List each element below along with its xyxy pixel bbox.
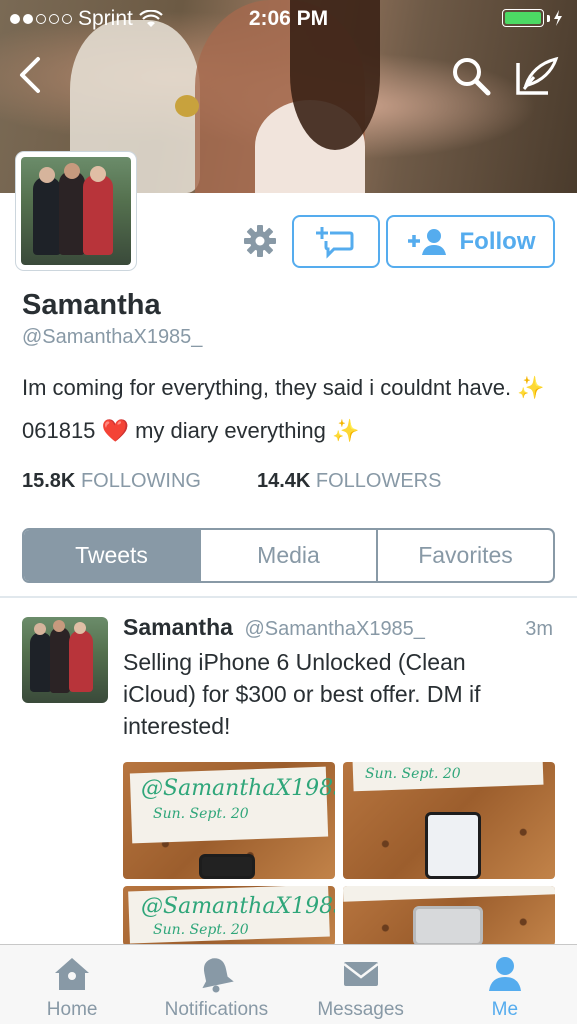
- search-icon[interactable]: [450, 55, 492, 97]
- tabbar-home-label: Home: [46, 999, 98, 1020]
- sparkles-emoji: ✨: [517, 375, 545, 400]
- profile-avatar[interactable]: [16, 152, 136, 270]
- gear-icon[interactable]: [243, 224, 277, 258]
- followers-count: 14.4K: [256, 470, 311, 492]
- tweet-photo[interactable]: Sun. Sept. 20: [343, 762, 555, 879]
- followers-label: FOLLOWERS: [315, 470, 442, 492]
- tab-favorites[interactable]: Favorites: [376, 530, 553, 581]
- person-icon: [488, 957, 521, 991]
- photo-handwriting-date: Sun. Sept. 20: [365, 766, 461, 782]
- profile-stats: 15.8K FOLLOWING 14.4K FOLLOWERS: [22, 470, 441, 493]
- photo-handwriting: @SamanthaX1985: [141, 894, 335, 919]
- status-bar: Sprint 2:06 PM: [0, 0, 577, 38]
- photo-handwriting: @SamanthaX1985: [141, 776, 335, 801]
- profile-name: Samantha: [22, 289, 161, 321]
- tweet-photo[interactable]: @SamanthaX1985 Sun. Sept. 20: [123, 886, 335, 946]
- photo-handwriting-date: Sun. Sept. 20: [153, 806, 249, 822]
- envelope-icon: [342, 962, 379, 986]
- tabbar-messages-label: Messages: [317, 999, 404, 1020]
- tabbar-messages[interactable]: Messages: [289, 945, 433, 1024]
- tweet-photo[interactable]: [343, 886, 555, 946]
- tab-media[interactable]: Media: [199, 530, 376, 581]
- sparkles-emoji-2: ✨: [331, 418, 360, 443]
- profile-handle: @SamanthaX1985_: [22, 326, 203, 348]
- tweet-avatar[interactable]: [22, 617, 108, 703]
- tabbar-me[interactable]: Me: [433, 945, 577, 1024]
- home-icon: [55, 958, 90, 990]
- tabbar-me-label: Me: [491, 999, 519, 1020]
- direct-message-button[interactable]: [292, 215, 380, 268]
- following-label: FOLLOWING: [80, 470, 201, 492]
- following-count: 15.8K: [22, 470, 76, 492]
- divider: [0, 596, 577, 598]
- tweet-author-handle[interactable]: @SamanthaX1985_: [245, 618, 425, 640]
- add-person-icon: [407, 228, 446, 255]
- tabbar-home[interactable]: Home: [0, 945, 144, 1024]
- followers-stat[interactable]: 14.4K FOLLOWERS: [257, 470, 442, 493]
- back-icon[interactable]: [12, 55, 48, 95]
- status-time: 2:06 PM: [248, 7, 329, 30]
- tabbar-notifications-label: Notifications: [164, 999, 269, 1020]
- follow-button-label: Follow: [459, 227, 536, 255]
- battery-icon: [502, 9, 563, 27]
- tweet-author-name[interactable]: Samantha: [123, 614, 233, 640]
- tweet-text: Selling iPhone 6 Unlocked (Clean iCloud)…: [123, 649, 481, 739]
- tabbar-notifications[interactable]: Notifications: [144, 945, 288, 1024]
- message-add-icon: [316, 226, 354, 259]
- bio-text: Im coming for everything, they said i co…: [22, 375, 512, 400]
- tweet-timestamp: 3m: [525, 618, 553, 640]
- photo-handwriting-date: Sun. Sept. 20: [153, 922, 249, 938]
- compose-icon[interactable]: [514, 55, 560, 97]
- tab-tweets[interactable]: Tweets: [24, 530, 199, 581]
- tweet-header: Samantha @SamanthaX1985_ 3m: [123, 614, 555, 644]
- heart-emoji: ❤️: [101, 418, 129, 443]
- profile-bio: Im coming for everything, they said i co…: [22, 366, 562, 452]
- profile-tabs: Tweets Media Favorites: [22, 528, 555, 583]
- following-stat[interactable]: 15.8K FOLLOWING: [22, 470, 201, 493]
- bio-date: 061815: [22, 418, 96, 443]
- follow-button[interactable]: Follow: [386, 215, 555, 268]
- bottom-tab-bar: Home Notifications Messages Me: [0, 944, 577, 1024]
- bell-icon: [202, 958, 235, 993]
- bio-tail: my diary everything: [135, 418, 326, 443]
- tweet-photo[interactable]: @SamanthaX1985 Sun. Sept. 20: [123, 762, 335, 879]
